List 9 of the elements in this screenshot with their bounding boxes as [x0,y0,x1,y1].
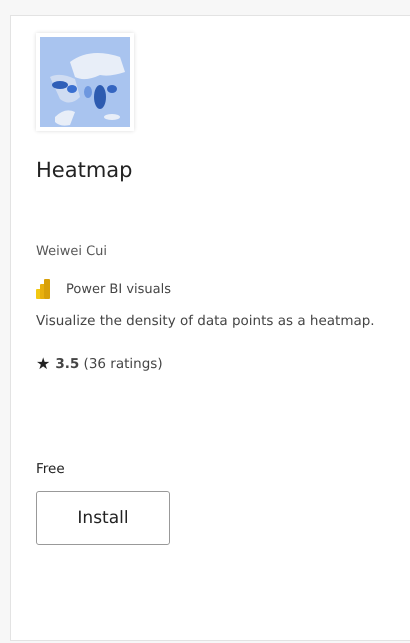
bar-chart-icon [36,279,50,299]
install-button[interactable]: Install [36,491,170,545]
author-name: Weiwei Cui [36,244,108,259]
rating-text: 3.5 (36 ratings) [55,356,163,372]
description: Visualize the density of data points as a heatmap. [36,312,376,331]
publisher-name: Power BI visuals [66,282,171,296]
price-label: Free [36,461,66,477]
star-icon: ★ [36,354,50,373]
visual-title: Heatmap [36,158,134,182]
